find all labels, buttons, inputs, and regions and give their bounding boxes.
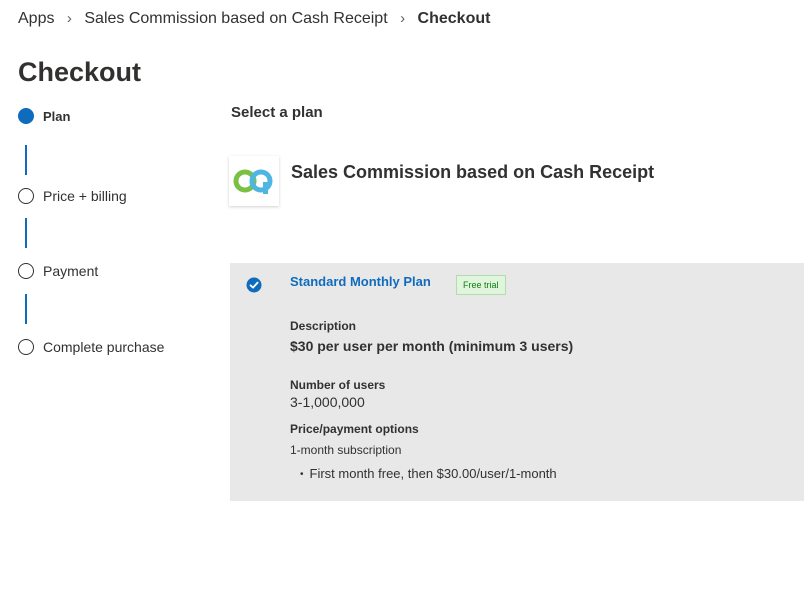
description-value: $30 per user per month (minimum 3 users) (290, 338, 574, 354)
step-connector (25, 294, 27, 324)
breadcrumb-current: Checkout (417, 10, 491, 27)
breadcrumb-separator-icon: › (66, 10, 72, 27)
app-name: Sales Commission based on Cash Receipt (291, 162, 655, 182)
app-logo-icon (233, 169, 273, 194)
free-trial-badge: Free trial (456, 275, 506, 295)
section-title: Select a plan (231, 104, 323, 121)
breadcrumb: Apps › Sales Commission based on Cash Re… (18, 10, 490, 28)
step-circle-icon (18, 263, 34, 279)
app-header: Sales Commission based on Cash Receipt (229, 156, 654, 206)
step-label: Price + billing (43, 188, 127, 204)
step-connector (25, 218, 27, 248)
breadcrumb-apps-link[interactable]: Apps (18, 10, 54, 27)
step-circle-icon (18, 339, 34, 355)
users-value: 3-1,000,000 (290, 394, 365, 410)
subscription-term: 1-month subscription (290, 443, 402, 457)
step-label: Complete purchase (43, 339, 165, 355)
step-label: Payment (43, 263, 99, 279)
plan-card[interactable]: Standard Monthly Plan Free trial Descrip… (230, 263, 804, 501)
pricing-bullet-text: First month free, then $30.00/user/1-mon… (309, 466, 557, 481)
breadcrumb-separator-icon: › (400, 10, 406, 27)
users-label: Number of users (290, 378, 386, 392)
step-active-circle-icon (18, 108, 34, 124)
page-title: Checkout (18, 57, 142, 87)
step-payment[interactable]: Payment (18, 263, 98, 279)
step-circle-icon (18, 188, 34, 204)
plan-selected-check-icon[interactable] (246, 277, 262, 293)
plan-name[interactable]: Standard Monthly Plan (290, 274, 431, 289)
step-connector (25, 145, 27, 175)
breadcrumb-app-link[interactable]: Sales Commission based on Cash Receipt (84, 10, 387, 27)
bullet-dot-icon: • (300, 469, 304, 481)
step-price-billing[interactable]: Price + billing (18, 188, 127, 204)
pricing-bullet: • First month free, then $30.00/user/1-mo… (300, 466, 557, 481)
description-label: Description (290, 319, 357, 333)
step-label: Plan (43, 108, 71, 124)
step-complete-purchase[interactable]: Complete purchase (18, 339, 164, 355)
step-plan[interactable]: Plan (18, 108, 70, 124)
app-logo (229, 156, 279, 206)
price-options-label: Price/payment options (290, 422, 419, 436)
